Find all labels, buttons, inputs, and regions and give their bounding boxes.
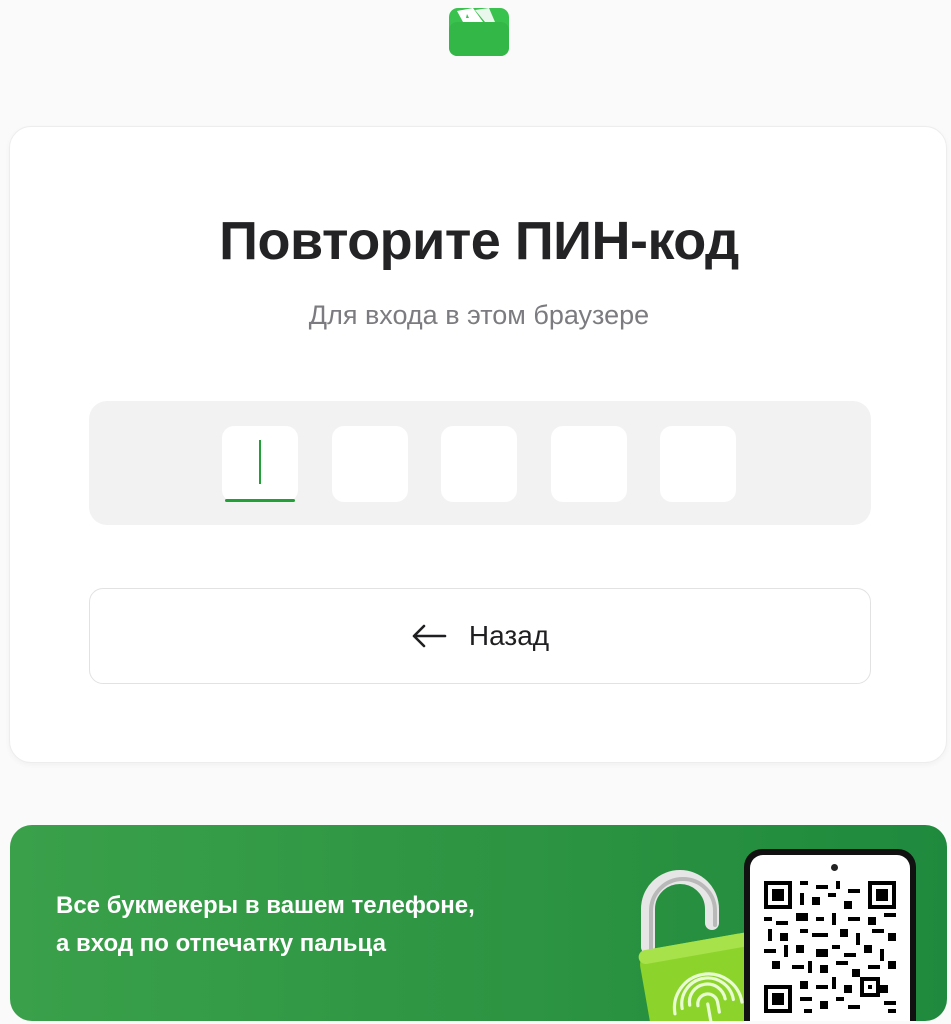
page-title: Повторите ПИН-код [219,211,739,271]
pin-digit-4[interactable] [551,426,627,502]
banner-line-1: Все букмекеры в вашем телефоне, [56,892,475,919]
fingerprint-lock-icon [638,870,760,1021]
pin-digit-3[interactable] [441,426,517,502]
banner-line-2: а вход по отпечатку пальца [56,930,386,957]
back-button[interactable]: Назад [89,588,871,684]
text-caret [259,440,261,484]
pin-digit-5[interactable] [660,426,736,502]
phone-screen [750,855,910,1021]
pin-digit-2[interactable] [332,426,408,502]
page-subtitle: Для входа в этом браузере [308,300,650,330]
phone-mockup [744,849,916,1021]
banner-text: Все букмекеры в вашем телефоне, а вход п… [56,887,475,963]
camera-dot [831,864,838,871]
app-promo-banner[interactable]: Все букмекеры в вашем телефоне, а вход п… [10,825,947,1021]
pin-digit-1[interactable] [222,426,298,502]
pin-input-group [89,401,871,525]
wallet-logo-icon [449,8,509,56]
back-button-label: Назад [468,620,550,651]
qr-code-icon [764,881,896,1013]
pin-card: Повторите ПИН-код Для входа в этом брауз… [9,126,947,763]
arrow-left-icon [412,624,447,648]
